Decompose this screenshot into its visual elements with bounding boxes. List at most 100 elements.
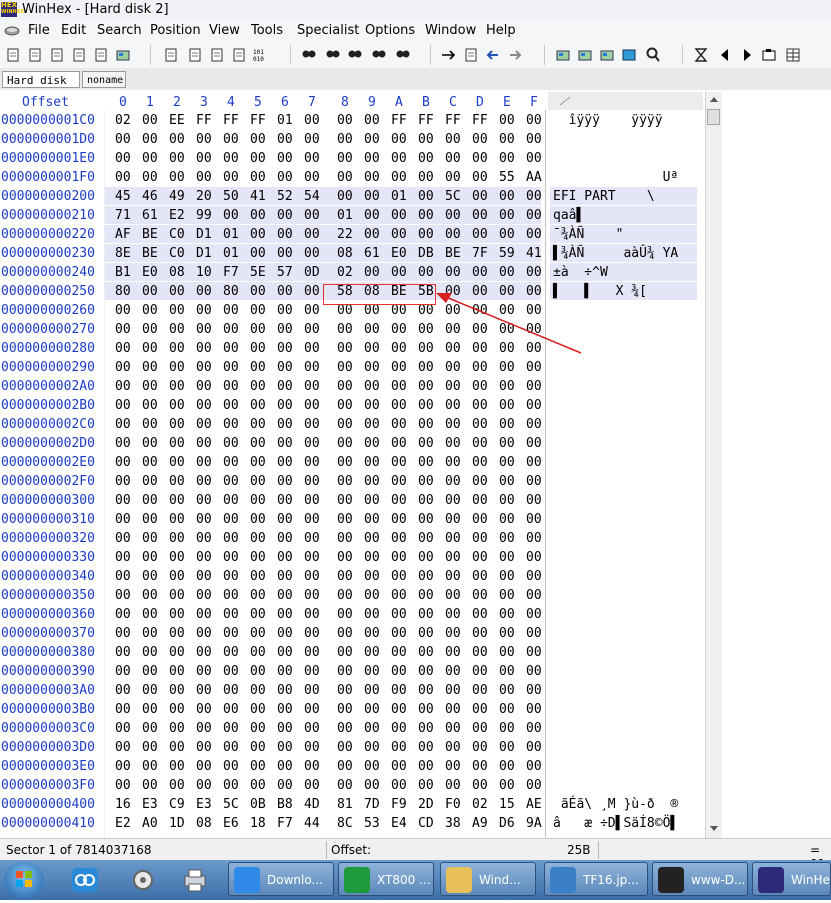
hex-byte[interactable]: 00 (391, 398, 407, 413)
hex-byte[interactable]: 00 (304, 702, 320, 717)
hex-byte[interactable]: 00 (223, 208, 239, 223)
hex-byte[interactable]: 00 (115, 322, 131, 337)
hex-byte[interactable]: 00 (304, 778, 320, 793)
hex-row[interactable]: 000000000410 E2 A0 1D 08 E6 18 F7 44 8C 53 E4 CD 38 A9… (0, 814, 705, 833)
hex-byte[interactable]: 00 (196, 474, 212, 489)
hex-byte[interactable]: 00 (337, 664, 353, 679)
hex-row[interactable]: 000000000200 45 46 49 20 50 41 52 54 00 00 01 00 5C 00… (0, 187, 705, 206)
hex-byte[interactable]: 00 (115, 132, 131, 147)
hex-byte[interactable]: 00 (364, 170, 380, 185)
forward-icon[interactable] (506, 46, 524, 64)
hex-byte[interactable]: 00 (526, 721, 542, 736)
hex-byte[interactable]: F7 (223, 265, 239, 280)
hex-byte[interactable]: 00 (115, 436, 131, 451)
hex-byte[interactable]: 00 (304, 664, 320, 679)
hex-byte[interactable]: 00 (364, 417, 380, 432)
hex-byte[interactable]: 00 (142, 607, 158, 622)
hex-byte[interactable]: 00 (418, 227, 434, 242)
hex-byte[interactable]: E6 (223, 816, 239, 831)
hex-byte[interactable]: 00 (445, 664, 461, 679)
menu-tools[interactable]: Tools (251, 23, 283, 38)
hex-byte[interactable]: 00 (526, 493, 542, 508)
hex-byte[interactable]: AE (526, 797, 542, 812)
hex-row[interactable]: 0000000001F0 00 00 00 00 00 00 00 00 00 00 00 00 00 00… (0, 168, 705, 187)
hex-byte[interactable]: 00 (196, 436, 212, 451)
hex-byte[interactable]: 9A (526, 816, 542, 831)
hex-byte[interactable]: 00 (142, 645, 158, 660)
hex-byte[interactable]: 00 (337, 436, 353, 451)
hex-byte[interactable]: 00 (277, 683, 293, 698)
hex-byte[interactable]: 00 (169, 151, 185, 166)
hex-byte[interactable]: 00 (196, 132, 212, 147)
hex-byte[interactable]: 00 (142, 759, 158, 774)
hex-byte[interactable]: 00 (499, 113, 515, 128)
hex-byte[interactable]: 00 (115, 360, 131, 375)
paste-special-icon[interactable] (230, 46, 248, 64)
hex-byte[interactable]: 00 (250, 759, 266, 774)
hex-byte[interactable]: 00 (445, 132, 461, 147)
hex-byte[interactable]: 00 (337, 417, 353, 432)
hex-row[interactable]: 000000000220 AF BE C0 D1 01 00 00 00 22 00 00 00 00 00… (0, 225, 705, 244)
hex-byte[interactable]: 46 (142, 189, 158, 204)
hex-byte[interactable]: 00 (337, 341, 353, 356)
hex-byte[interactable]: 00 (445, 170, 461, 185)
hex-byte[interactable]: 00 (223, 474, 239, 489)
hex-byte[interactable]: 00 (364, 531, 380, 546)
hex-byte[interactable]: 00 (169, 493, 185, 508)
disc-icon[interactable] (128, 866, 158, 894)
hex-byte[interactable]: 00 (472, 284, 488, 299)
hex-byte[interactable]: 00 (526, 778, 542, 793)
hex-byte[interactable]: 00 (115, 151, 131, 166)
hex-byte[interactable]: 81 (337, 797, 353, 812)
hex-byte[interactable]: 00 (337, 151, 353, 166)
hex-byte[interactable]: 00 (418, 626, 434, 641)
hex-byte[interactable]: 00 (364, 303, 380, 318)
scroll-thumb[interactable] (707, 109, 720, 125)
hex-byte[interactable]: 00 (115, 531, 131, 546)
hex-byte[interactable]: 00 (277, 740, 293, 755)
hex-byte[interactable]: 00 (418, 360, 434, 375)
hex-byte[interactable]: 00 (499, 379, 515, 394)
hex-byte[interactable]: 00 (115, 588, 131, 603)
hex-byte[interactable]: 00 (391, 379, 407, 394)
hex-byte[interactable]: 00 (250, 531, 266, 546)
hex-row[interactable]: 000000000350 00 00 00 00 00 00 00 00 00 00 00 00 00 00… (0, 586, 705, 605)
scroll-up-icon[interactable] (706, 92, 722, 108)
hex-byte[interactable]: 00 (169, 322, 185, 337)
hex-byte[interactable]: 00 (526, 227, 542, 242)
row-text[interactable]: â æ ÷D▌SäÍ8©Ö▌ (553, 816, 678, 831)
hourglass-icon[interactable] (692, 46, 710, 64)
hex-row[interactable]: 000000000230 8E BE C0 D1 01 00 00 00 08 61 E0 DB BE 7F… (0, 244, 705, 263)
hex-byte[interactable]: 00 (364, 455, 380, 470)
hex-byte[interactable]: 00 (337, 645, 353, 660)
hex-byte[interactable]: 00 (169, 740, 185, 755)
hex-byte[interactable]: 00 (337, 189, 353, 204)
hex-byte[interactable]: 00 (418, 455, 434, 470)
hex-byte[interactable]: FF (472, 113, 488, 128)
hex-byte[interactable]: 00 (472, 778, 488, 793)
hex-byte[interactable]: 00 (223, 341, 239, 356)
hex-byte[interactable]: 00 (472, 189, 488, 204)
hex-byte[interactable]: 00 (277, 474, 293, 489)
hex-byte[interactable]: 00 (472, 303, 488, 318)
hex-byte[interactable]: 00 (304, 436, 320, 451)
hex-byte[interactable]: E3 (196, 797, 212, 812)
hex-byte[interactable]: 00 (418, 550, 434, 565)
hex-byte[interactable]: D1 (196, 227, 212, 242)
hex-byte[interactable]: 7D (364, 797, 380, 812)
hex-row[interactable]: 000000000340 00 00 00 00 00 00 00 00 00 00 00 00 00 00… (0, 567, 705, 586)
hex-byte[interactable]: 00 (142, 151, 158, 166)
hex-byte[interactable]: 00 (142, 626, 158, 641)
hex-byte[interactable]: 00 (196, 151, 212, 166)
hex-byte[interactable]: EE (169, 113, 185, 128)
hex-byte[interactable]: 00 (499, 664, 515, 679)
hex-byte[interactable]: 00 (337, 702, 353, 717)
hex-byte[interactable]: 00 (223, 569, 239, 584)
hex-byte[interactable]: 00 (391, 569, 407, 584)
hex-byte[interactable]: 00 (196, 683, 212, 698)
hex-byte[interactable]: 00 (391, 759, 407, 774)
hex-byte[interactable]: 00 (526, 113, 542, 128)
hex-byte[interactable]: 00 (391, 645, 407, 660)
hex-byte[interactable]: 00 (304, 322, 320, 337)
hex-byte[interactable]: 00 (526, 550, 542, 565)
